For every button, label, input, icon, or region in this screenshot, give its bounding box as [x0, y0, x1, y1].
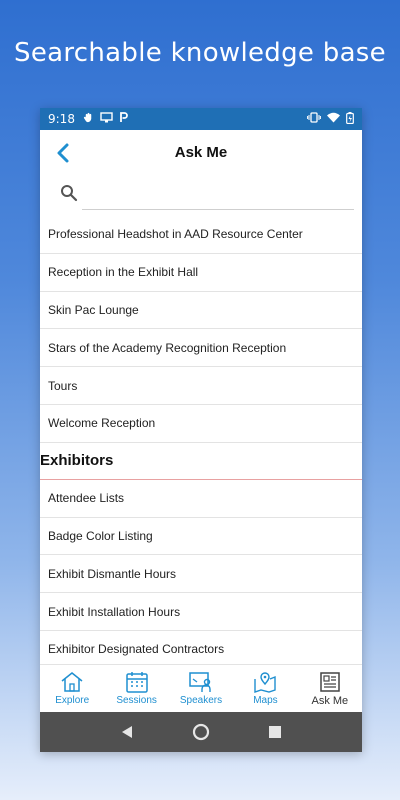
tab-label: Ask Me [311, 694, 349, 707]
list-item-label: Stars of the Academy Recognition Recepti… [48, 340, 287, 355]
promo-headline: Searchable knowledge base [14, 38, 386, 68]
nav-recents-button[interactable] [268, 725, 282, 739]
search-input[interactable] [82, 180, 354, 210]
speaker-icon [189, 672, 211, 692]
parking-icon [119, 112, 129, 126]
map-icon [254, 672, 277, 693]
status-bar: 9:18 [40, 108, 362, 130]
wifi-icon [327, 112, 340, 126]
tab-sessions[interactable]: Sessions [104, 665, 168, 712]
vibrate-icon [307, 112, 321, 126]
list-item-label: Professional Headshot in AAD Resource Ce… [48, 227, 303, 242]
tab-maps[interactable]: Maps [233, 665, 297, 712]
nav-home-button[interactable] [192, 723, 210, 741]
list-item[interactable]: Professional Headshot in AAD Resource Ce… [40, 216, 362, 254]
back-triangle-icon [122, 726, 132, 738]
tab-speakers[interactable]: Speakers [169, 665, 233, 712]
list-item[interactable]: Stars of the Academy Recognition Recepti… [40, 329, 362, 368]
tab-label: Maps [253, 695, 278, 706]
list-item[interactable]: Welcome Reception [40, 405, 362, 443]
calendar-icon [125, 672, 148, 693]
document-icon [320, 671, 340, 692]
battery-icon [346, 111, 354, 127]
home-icon [61, 672, 83, 692]
list-item-label: Badge Color Listing [48, 528, 153, 543]
tab-ask-me[interactable]: Ask Me [298, 665, 362, 712]
knowledge-list: Professional Headshot in AAD Resource Ce… [40, 216, 362, 664]
search-icon [61, 185, 78, 202]
hand-icon [83, 112, 94, 126]
home-circle-icon [192, 723, 210, 741]
recents-square-icon [269, 726, 281, 738]
list-item[interactable]: Badge Color Listing [40, 518, 362, 556]
system-nav-bar [40, 712, 362, 752]
list-item-label: Exhibit Installation Hours [48, 604, 181, 619]
section-header-exhibitors: Exhibitors [40, 443, 362, 480]
tab-label: Speakers [179, 695, 223, 706]
search-bar [40, 176, 362, 216]
list-item-label: Skin Pac Lounge [48, 302, 139, 317]
list-item-label: Tours [48, 378, 78, 393]
tab-explore[interactable]: Explore [40, 665, 104, 712]
tab-label: Sessions [116, 695, 157, 706]
list-item[interactable]: Reception in the Exhibit Hall [40, 254, 362, 292]
list-item-label: Attendee Lists [48, 491, 125, 506]
list-item[interactable]: Exhibitor Designated Contractors [40, 631, 362, 664]
list-item-label: Exhibit Dismantle Hours [48, 566, 177, 581]
nav-back-button[interactable] [120, 725, 134, 739]
tab-label: Explore [55, 695, 90, 706]
list-item[interactable]: Exhibit Installation Hours [40, 593, 362, 631]
list-item-label: Welcome Reception [48, 416, 156, 431]
bottom-tab-bar: Explore Sessions Speakers Maps Ask Me [40, 664, 362, 712]
phone-screen: 9:18 Ask Me Professional Headshot in AAD… [40, 108, 362, 752]
list-item[interactable]: Skin Pac Lounge [40, 292, 362, 330]
app-bar: Ask Me [40, 130, 362, 176]
list-item[interactable]: Tours [40, 367, 362, 405]
list-item-label: Exhibitor Designated Contractors [48, 642, 225, 657]
list-item[interactable]: Exhibit Dismantle Hours [40, 555, 362, 594]
status-time: 9:18 [48, 112, 75, 126]
cast-icon [100, 112, 113, 126]
list-item-label: Reception in the Exhibit Hall [48, 265, 199, 280]
list-item[interactable]: Attendee Lists [40, 480, 362, 518]
page-title: Ask Me [174, 144, 228, 161]
